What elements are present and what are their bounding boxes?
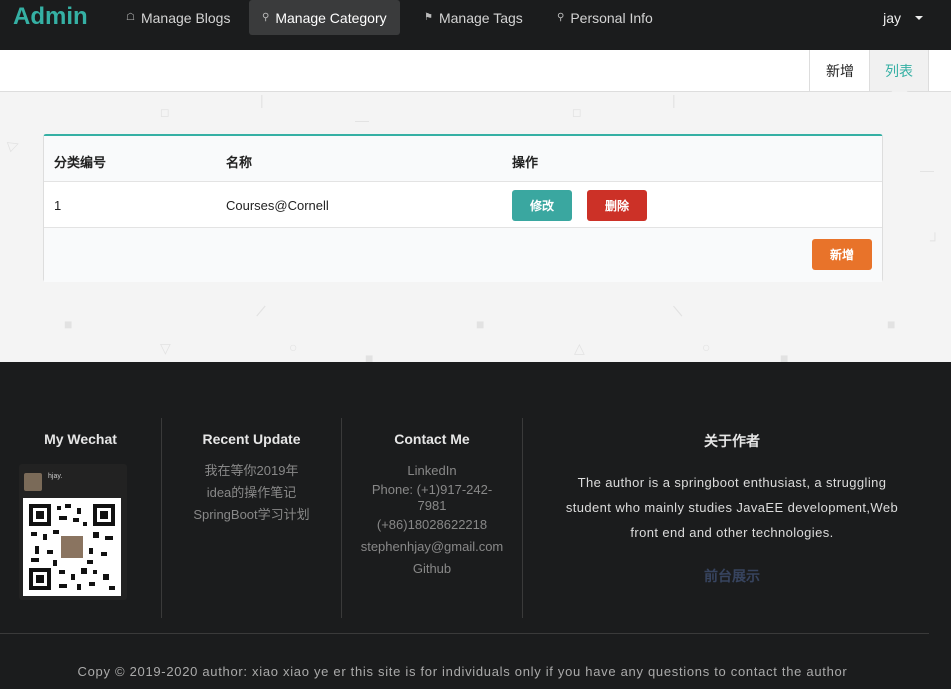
dot-deco-icon: ■	[780, 350, 789, 362]
user-name: jay	[883, 9, 901, 26]
wechat-card: hjay.	[19, 464, 127, 600]
idea-icon: ⚲	[262, 12, 270, 23]
triangle-deco-icon: ▽	[160, 340, 171, 356]
triangle-deco-icon: ▷	[5, 134, 22, 154]
nav-manage-category[interactable]: ⚲ Manage Category	[249, 0, 400, 35]
header-category-id: 分类编号	[54, 155, 107, 170]
user-menu[interactable]: jay	[883, 0, 923, 35]
cell-category-name: Courses@Cornell	[226, 198, 329, 213]
wechat-name: hjay.	[48, 473, 63, 480]
circle-deco-icon: ○	[702, 339, 711, 355]
about-line: front end and other technologies.	[630, 525, 834, 540]
diamond-deco-icon: ◇	[156, 102, 176, 122]
nav-personal-info[interactable]: ⚲ Personal Info	[544, 0, 666, 35]
nav-label: Manage Category	[275, 9, 387, 26]
dot-deco-icon: ■	[476, 316, 485, 332]
dot-deco-icon: ■	[887, 316, 896, 332]
circle-deco-icon: ○	[289, 339, 298, 355]
table-row: 1 Courses@Cornell 修改 删除	[44, 182, 882, 228]
phone-us: Phone: (+1)917-242-	[371, 482, 493, 497]
contact-title: Contact Me	[394, 431, 470, 447]
home-icon: ☖	[126, 12, 135, 23]
avatar	[24, 473, 42, 491]
category-table: 分类编号 名称 操作 1 Courses@Cornell 修改 删除 新增	[43, 134, 883, 282]
phone-cn: (+86)18028622218	[376, 517, 488, 532]
diamond-deco-icon: ◇	[568, 102, 588, 122]
wechat-title: My Wechat	[44, 431, 117, 447]
nav-label: Manage Blogs	[140, 9, 231, 26]
top-nav: Admin ☖ Manage Blogs ⚲ Manage Category ⚑…	[0, 0, 951, 50]
header-actions: 操作	[512, 155, 539, 170]
page-footer: My Wechat hjay. Recent Update 我在等你2019年 …	[0, 362, 951, 689]
dot-deco-icon: ■	[64, 316, 73, 332]
edit-button[interactable]: 修改	[512, 190, 572, 221]
line-deco-icon: |	[255, 302, 269, 318]
tab-list[interactable]: 列表	[869, 50, 929, 91]
sub-menu: 新增 列表	[0, 50, 951, 92]
dot-deco-icon: ■	[365, 350, 374, 362]
recent-item[interactable]: SpringBoot学习计划	[162, 504, 341, 526]
recent-title: Recent Update	[202, 431, 301, 447]
about-line: student who mainly studies JavaEE develo…	[565, 500, 899, 515]
linkedin-link[interactable]: LinkedIn	[342, 460, 522, 482]
github-link[interactable]: Github	[342, 558, 522, 580]
nav-manage-blogs[interactable]: ☖ Manage Blogs	[113, 0, 243, 35]
dash-deco-icon: —	[355, 112, 369, 128]
dropdown-caret-icon	[915, 15, 923, 20]
delete-button[interactable]: 删除	[587, 190, 647, 221]
table-footer: 新增	[44, 228, 882, 282]
qr-code-icon	[23, 498, 121, 596]
footer-recent-update: Recent Update 我在等你2019年 idea的操作笔记 Spring…	[162, 418, 341, 618]
idea-icon: ⚲	[557, 12, 565, 23]
email-link[interactable]: stephenhjay@gmail.com	[342, 536, 522, 558]
footer-wechat: My Wechat hjay.	[0, 418, 161, 618]
footer-divider	[0, 633, 929, 634]
footer-about: 关于作者 The author is a springboot enthusia…	[523, 418, 941, 618]
about-title: 关于作者	[704, 433, 760, 449]
table-header: 分类编号 名称 操作	[44, 136, 882, 182]
phone-us-tail: 7981	[417, 498, 447, 513]
brand-logo[interactable]: Admin	[13, 3, 88, 31]
cell-category-id: 1	[54, 198, 62, 213]
line-deco-icon: |	[672, 92, 676, 108]
dash-deco-icon: —	[920, 162, 934, 178]
nav-label: Manage Tags	[438, 9, 523, 26]
frontend-link[interactable]: 前台展示	[523, 566, 941, 586]
nav-label: Personal Info	[570, 9, 653, 26]
line-deco-icon: |	[260, 92, 264, 108]
footer-contact: Contact Me LinkedIn Phone: (+1)917-242- …	[342, 418, 522, 618]
line-deco-icon: |	[670, 302, 684, 318]
add-category-button[interactable]: 新增	[812, 239, 872, 270]
corner-deco-icon: ┘	[930, 232, 940, 248]
nav-manage-tags[interactable]: ⚑ Manage Tags	[411, 0, 536, 35]
recent-item[interactable]: 我在等你2019年	[162, 460, 341, 482]
about-line: The author is a springboot enthusiast, a…	[577, 475, 887, 490]
tags-icon: ⚑	[424, 12, 433, 23]
triangle-deco-icon: △	[574, 340, 585, 356]
recent-item[interactable]: idea的操作笔记	[162, 482, 341, 504]
main-content: ◇ ◇ ▷ | | — — ┘ | | ▽ △ ○ ○ ■ ■ ■ ■ ■ 分类…	[0, 92, 951, 362]
header-name: 名称	[226, 155, 253, 170]
tab-new[interactable]: 新增	[809, 50, 870, 91]
copyright: Copy © 2019-2020 author: xiao xiao ye er…	[77, 664, 848, 679]
about-text: The author is a springboot enthusiast, a…	[523, 470, 941, 545]
